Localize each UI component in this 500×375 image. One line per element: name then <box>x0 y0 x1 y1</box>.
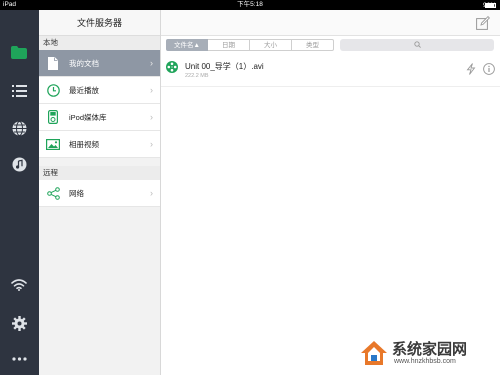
file-list-area: 文件名▲ 日期 大小 类型 Unit 00_导学（1）.avi 222.2 MB <box>161 10 500 375</box>
photo-video-icon <box>45 136 61 152</box>
nav-label: 最近播放 <box>69 85 99 95</box>
watermark-url: www.hnzkhbsb.com <box>394 358 456 365</box>
nav-label: 网络 <box>69 188 84 198</box>
nav-label: iPod媒体库 <box>69 112 107 122</box>
clock: 下午5:18 <box>237 1 263 8</box>
nav-item-photo-videos[interactable]: 相册视频 › <box>39 131 160 158</box>
sort-by-type-tab[interactable]: 类型 <box>292 39 334 51</box>
list-icon[interactable] <box>8 80 30 102</box>
folder-icon[interactable] <box>8 41 30 63</box>
house-logo-icon <box>360 339 388 367</box>
sort-by-date-tab[interactable]: 日期 <box>208 39 250 51</box>
nav-item-ipod-library[interactable]: iPod媒体库 › <box>39 104 160 131</box>
site-watermark: 系统家园网 www.hnzkhbsb.com <box>352 335 500 375</box>
film-reel-icon <box>166 61 178 73</box>
more-icon[interactable] <box>8 348 30 370</box>
sort-segmented-control: 文件名▲ 日期 大小 类型 <box>166 39 334 51</box>
clock-icon <box>45 82 61 98</box>
chevron-right-icon: › <box>150 188 153 198</box>
gear-icon[interactable] <box>8 312 30 334</box>
nav-item-recent[interactable]: 最近播放 › <box>39 77 160 104</box>
status-bar: iPad 下午5:18 96% <box>0 0 500 10</box>
wifi-icon[interactable] <box>8 274 30 296</box>
battery-icon <box>485 2 496 8</box>
search-icon <box>413 40 421 50</box>
section-label-remote: 远程 <box>39 166 160 180</box>
chevron-right-icon: › <box>150 139 153 149</box>
ipod-icon <box>45 109 61 125</box>
edit-icon[interactable] <box>476 15 491 30</box>
nav-item-my-documents[interactable]: 我的文档 › <box>39 50 160 77</box>
section-label-local: 本地 <box>39 36 160 50</box>
nav-label: 相册视频 <box>69 139 99 149</box>
chevron-right-icon: › <box>150 58 153 68</box>
nav-item-network[interactable]: 网络 › <box>39 180 160 207</box>
chevron-right-icon: › <box>150 85 153 95</box>
file-name: Unit 00_导学（1）.avi <box>185 62 264 71</box>
file-size: 222.2 MB <box>185 73 209 79</box>
document-icon <box>45 55 61 71</box>
nav-label: 我的文档 <box>69 58 99 68</box>
icon-rail <box>0 10 39 375</box>
watermark-text: 系统家园网 <box>392 341 468 358</box>
flash-icon[interactable] <box>466 63 476 75</box>
panel-title: 文件服务器 <box>39 10 160 36</box>
globe-icon[interactable] <box>8 117 30 139</box>
file-row[interactable]: Unit 00_导学（1）.avi 222.2 MB <box>161 55 500 87</box>
main-header <box>161 10 500 36</box>
info-icon[interactable] <box>483 63 495 75</box>
music-icon[interactable] <box>8 153 30 175</box>
share-network-icon <box>45 185 61 201</box>
sort-by-size-tab[interactable]: 大小 <box>250 39 292 51</box>
search-input[interactable] <box>340 39 494 51</box>
chevron-right-icon: › <box>150 112 153 122</box>
file-server-panel: 文件服务器 本地 我的文档 › 最近播放 › iPod媒体库 › 相册视频 › … <box>39 10 161 375</box>
battery-indicator: 96% <box>483 1 496 9</box>
sort-by-name-tab[interactable]: 文件名▲ <box>166 39 208 51</box>
